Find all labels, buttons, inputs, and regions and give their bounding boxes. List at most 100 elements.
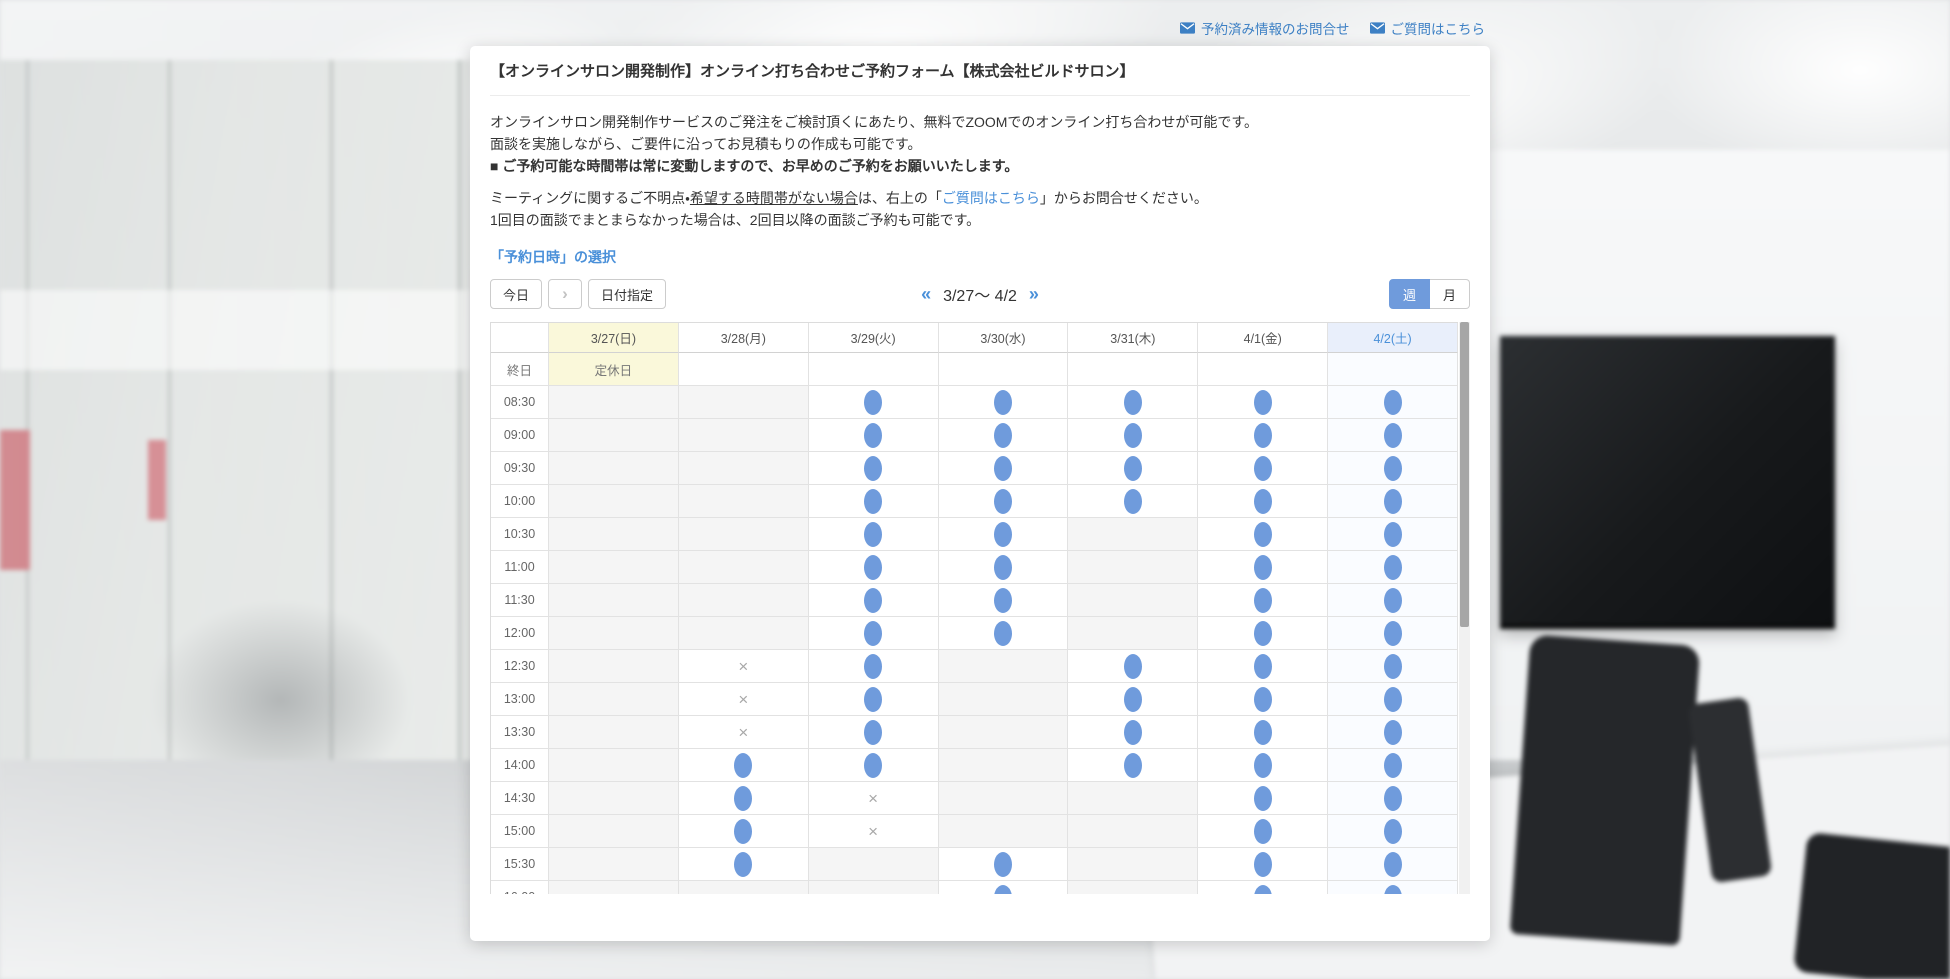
slot-available[interactable] xyxy=(1068,452,1198,485)
slot-available[interactable] xyxy=(679,848,809,881)
slot-available[interactable] xyxy=(1198,518,1328,551)
slot-available[interactable] xyxy=(1328,848,1458,881)
slot-available[interactable] xyxy=(809,716,939,749)
slot-available[interactable] xyxy=(809,650,939,683)
slot-available[interactable] xyxy=(939,485,1069,518)
slot-available[interactable] xyxy=(1198,881,1328,894)
slot-available[interactable] xyxy=(1198,848,1328,881)
available-dot-icon xyxy=(734,786,752,811)
slot-available[interactable] xyxy=(1328,485,1458,518)
calendar-header-row: 3/27(日) 3/28(月) 3/29(火) 3/30(水) 3/31(木) … xyxy=(491,323,1458,353)
available-dot-icon xyxy=(994,621,1012,646)
available-dot-icon xyxy=(734,852,752,877)
scrollbar-thumb[interactable] xyxy=(1460,322,1469,627)
slot-available[interactable] xyxy=(1198,617,1328,650)
week-view-button[interactable]: 週 xyxy=(1389,279,1430,309)
slot-available[interactable] xyxy=(679,815,809,848)
calendar-grid: 3/27(日) 3/28(月) 3/29(火) 3/30(水) 3/31(木) … xyxy=(490,322,1458,894)
today-button[interactable]: 今日 xyxy=(490,279,542,309)
slot-empty xyxy=(549,551,679,584)
slot-available[interactable] xyxy=(679,782,809,815)
question-link[interactable]: ご質問はこちら xyxy=(1370,18,1486,38)
slot-available[interactable] xyxy=(939,452,1069,485)
intro-text: オンラインサロン開発制作サービスのご発注をご検討頂くにあたり、無料でZOOMでの… xyxy=(490,111,1470,231)
slot-available[interactable] xyxy=(1198,716,1328,749)
slot-available[interactable] xyxy=(809,518,939,551)
time-label: 14:00 xyxy=(491,749,549,782)
slot-available[interactable] xyxy=(1198,683,1328,716)
prev-week-button[interactable]: « xyxy=(921,284,931,305)
slot-available[interactable] xyxy=(939,551,1069,584)
slot-available[interactable] xyxy=(1198,749,1328,782)
slot-available[interactable] xyxy=(809,452,939,485)
slot-available[interactable] xyxy=(939,584,1069,617)
slot-available[interactable] xyxy=(939,386,1069,419)
slot-available[interactable] xyxy=(1198,782,1328,815)
available-dot-icon xyxy=(864,555,882,580)
slot-available[interactable] xyxy=(809,584,939,617)
slot-available[interactable] xyxy=(1068,749,1198,782)
slot-available[interactable] xyxy=(1068,650,1198,683)
slot-available[interactable] xyxy=(809,683,939,716)
slot-available[interactable] xyxy=(809,749,939,782)
slot-available[interactable] xyxy=(1068,683,1198,716)
day-header-saturday[interactable]: 4/2(土) xyxy=(1328,323,1458,353)
slot-available[interactable] xyxy=(1328,815,1458,848)
slot-available[interactable] xyxy=(1328,617,1458,650)
slot-available[interactable] xyxy=(1068,386,1198,419)
date-picker-button[interactable]: 日付指定 xyxy=(588,279,666,309)
slot-available[interactable] xyxy=(809,485,939,518)
slot-available[interactable] xyxy=(939,881,1069,894)
slot-empty xyxy=(549,419,679,452)
slot-available[interactable] xyxy=(1068,716,1198,749)
slot-available[interactable] xyxy=(1328,683,1458,716)
day-header-sunday[interactable]: 3/27(日) xyxy=(549,323,679,353)
slot-available[interactable] xyxy=(1328,518,1458,551)
slot-available[interactable] xyxy=(1198,386,1328,419)
slot-available[interactable] xyxy=(939,419,1069,452)
slot-available[interactable] xyxy=(809,386,939,419)
slot-available[interactable] xyxy=(1328,749,1458,782)
slot-available[interactable] xyxy=(809,617,939,650)
slot-available[interactable] xyxy=(1198,485,1328,518)
slot-available[interactable] xyxy=(1328,584,1458,617)
slot-empty xyxy=(939,782,1069,815)
booked-info-inquiry-link[interactable]: 予約済み情報のお問合せ xyxy=(1180,18,1350,38)
slot-available[interactable] xyxy=(1328,716,1458,749)
slot-available[interactable] xyxy=(1328,452,1458,485)
next-day-button[interactable]: › xyxy=(548,279,582,309)
day-header[interactable]: 3/31(木) xyxy=(1068,323,1198,353)
slot-available[interactable] xyxy=(1198,650,1328,683)
slot-available[interactable] xyxy=(809,419,939,452)
slot-available[interactable] xyxy=(1068,485,1198,518)
slot-available[interactable] xyxy=(1328,650,1458,683)
slot-empty xyxy=(549,782,679,815)
slot-available[interactable] xyxy=(1328,881,1458,894)
slot-empty xyxy=(549,848,679,881)
day-header[interactable]: 3/29(火) xyxy=(809,323,939,353)
day-header[interactable]: 3/28(月) xyxy=(679,323,809,353)
slot-available[interactable] xyxy=(939,518,1069,551)
slot-available[interactable] xyxy=(1328,386,1458,419)
slot-available[interactable] xyxy=(939,617,1069,650)
select-datetime-link[interactable]: 「予約日時」の選択 xyxy=(490,247,1470,267)
slot-available[interactable] xyxy=(1328,551,1458,584)
booking-form-card: 【オンラインサロン開発制作】オンライン打ち合わせご予約フォーム【株式会社ビルドサ… xyxy=(470,46,1490,941)
slot-available[interactable] xyxy=(939,848,1069,881)
next-week-button[interactable]: » xyxy=(1029,284,1039,305)
slot-available[interactable] xyxy=(1328,782,1458,815)
slot-available[interactable] xyxy=(809,551,939,584)
month-view-button[interactable]: 月 xyxy=(1430,279,1470,309)
day-header[interactable]: 4/1(金) xyxy=(1198,323,1328,353)
slot-available[interactable] xyxy=(1068,419,1198,452)
slot-available[interactable] xyxy=(1198,419,1328,452)
slot-available[interactable] xyxy=(1198,452,1328,485)
inline-question-link[interactable]: ご質問はこちら xyxy=(942,190,1040,206)
slot-available[interactable] xyxy=(1198,584,1328,617)
slot-available[interactable] xyxy=(1198,815,1328,848)
slot-available[interactable] xyxy=(1328,419,1458,452)
day-header[interactable]: 3/30(水) xyxy=(939,323,1069,353)
slot-available[interactable] xyxy=(1198,551,1328,584)
calendar-scrollbar[interactable] xyxy=(1459,322,1470,894)
slot-available[interactable] xyxy=(679,749,809,782)
